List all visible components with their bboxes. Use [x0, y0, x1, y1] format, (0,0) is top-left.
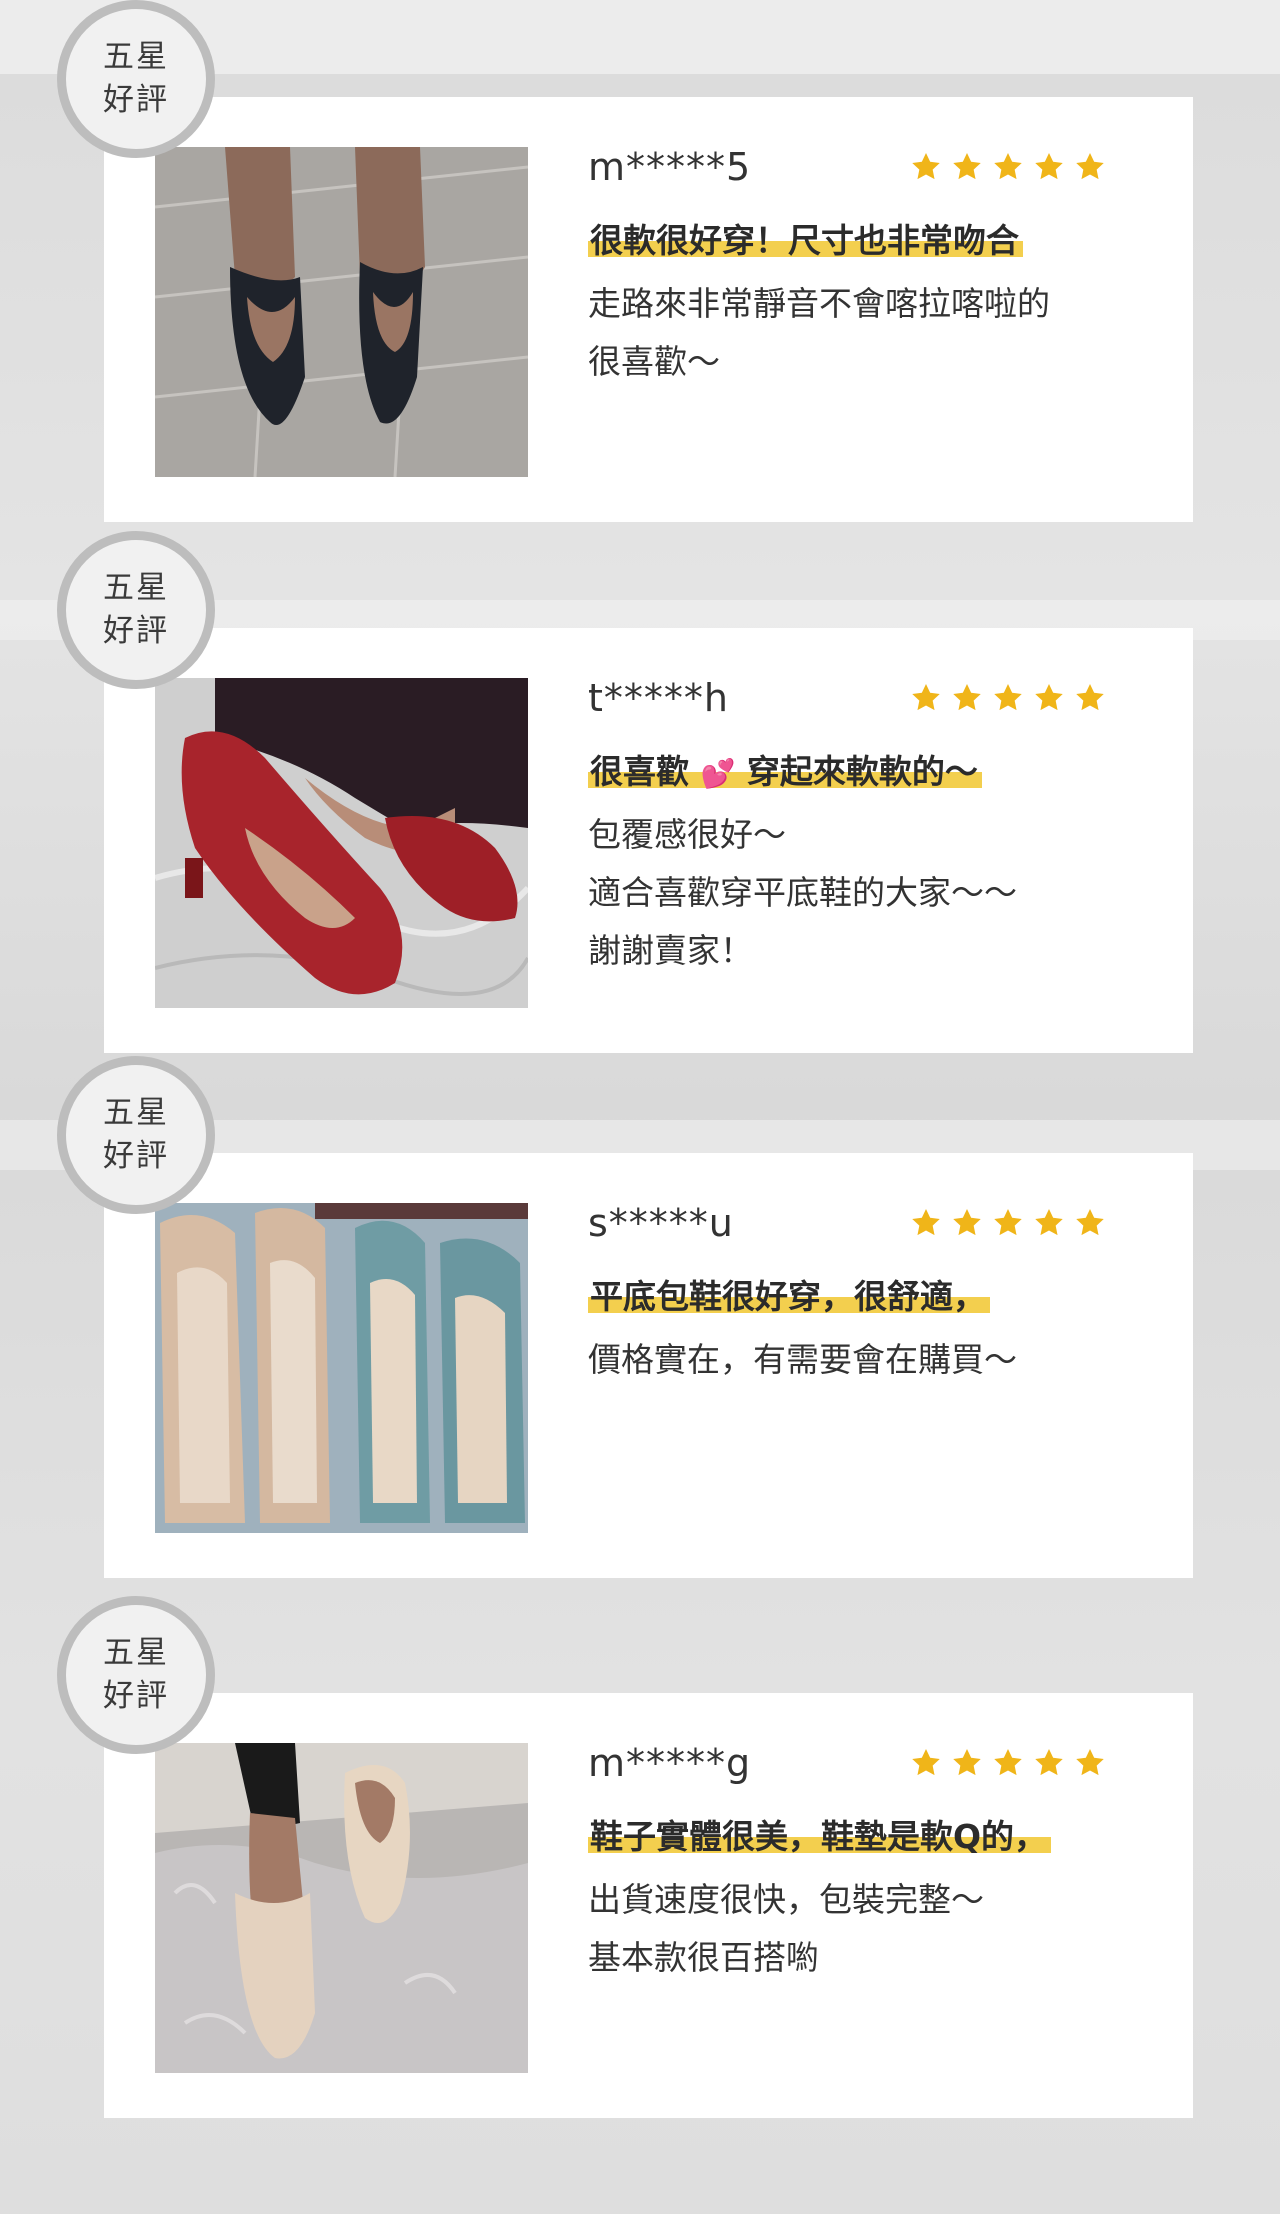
- rating-stars: [910, 151, 1106, 183]
- rating-stars: [910, 1207, 1106, 1239]
- review-line: 謝謝賣家！: [588, 931, 753, 970]
- star-icon: [1035, 684, 1063, 711]
- headline-text: 穿起來軟軟的～: [746, 752, 978, 791]
- review-line: 價格實在，有需要會在購買～: [588, 1340, 1017, 1379]
- star-icon: [1035, 1749, 1063, 1776]
- star-icon: [1076, 1209, 1104, 1236]
- star-icon: [953, 1749, 981, 1776]
- review-card: s*****u 平底包鞋很好穿，很舒適， 價格實在，有需要會在購買～: [104, 1153, 1193, 1578]
- review-line: 很喜歡～: [588, 342, 720, 381]
- star-icon: [994, 1209, 1022, 1236]
- star-icon: [994, 1749, 1022, 1776]
- five-star-badge: 五星 好評: [57, 1596, 215, 1754]
- star-icon: [912, 1749, 940, 1776]
- star-icon: [1035, 1209, 1063, 1236]
- review-headline: 平底包鞋很好穿，很舒適，: [588, 1275, 990, 1319]
- review-photo-red-flats[interactable]: [155, 678, 528, 1008]
- heart-icon: 💕: [700, 757, 736, 790]
- review-photo-cream-flats[interactable]: [155, 1743, 528, 2073]
- star-icon: [953, 1209, 981, 1236]
- five-star-badge: 五星 好評: [57, 1056, 215, 1214]
- star-icon: [1035, 153, 1063, 180]
- badge-line: 五星: [103, 1635, 169, 1671]
- five-star-badge: 五星 好評: [57, 0, 215, 158]
- star-icon: [912, 153, 940, 180]
- star-icon: [912, 1209, 940, 1236]
- rating-stars: [910, 682, 1106, 714]
- review-photo-beige-teal-flats[interactable]: [155, 1203, 528, 1533]
- star-icon: [953, 684, 981, 711]
- review-headline: 很喜歡 💕 穿起來軟軟的～: [588, 750, 982, 796]
- review-card: t*****h 很喜歡 💕 穿起來軟軟的～ 包覆感很好～ 適合喜歡穿平底鞋的大家…: [104, 628, 1193, 1053]
- review-line: 適合喜歡穿平底鞋的大家～～: [588, 873, 1017, 912]
- review-body: 走路來非常靜音不會喀拉喀啦的 很喜歡～: [588, 275, 1050, 391]
- review-headline: 很軟很好穿！尺寸也非常吻合: [588, 219, 1023, 263]
- review-line: 基本款很百搭喲: [588, 1938, 819, 1977]
- badge-line: 五星: [103, 570, 169, 606]
- badge-line: 好評: [103, 82, 169, 118]
- review-line: 出貨速度很快，包裝完整～: [588, 1880, 984, 1919]
- star-icon: [953, 153, 981, 180]
- reviewer-name: m*****g: [588, 1741, 752, 1785]
- five-star-badge: 五星 好評: [57, 531, 215, 689]
- star-icon: [912, 684, 940, 711]
- review-body: 包覆感很好～ 適合喜歡穿平底鞋的大家～～ 謝謝賣家！: [588, 806, 1017, 980]
- star-icon: [1076, 1749, 1104, 1776]
- headline-text: 很喜歡: [590, 752, 689, 791]
- rating-stars: [910, 1747, 1106, 1779]
- reviewer-name: t*****h: [588, 676, 729, 720]
- reviewer-name: s*****u: [588, 1201, 734, 1245]
- badge-line: 好評: [103, 613, 169, 649]
- review-line: 走路來非常靜音不會喀拉喀啦的: [588, 284, 1050, 323]
- review-card: m*****g 鞋子實體很美，鞋墊是軟Q的， 出貨速度很快，包裝完整～ 基本款很…: [104, 1693, 1193, 2118]
- review-body: 價格實在，有需要會在購買～: [588, 1331, 1017, 1389]
- badge-line: 好評: [103, 1138, 169, 1174]
- review-line: 包覆感很好～: [588, 815, 786, 854]
- star-icon: [1076, 684, 1104, 711]
- reviewer-name: m*****5: [588, 145, 752, 189]
- star-icon: [1076, 153, 1104, 180]
- review-photo-black-flats[interactable]: [155, 147, 528, 477]
- star-icon: [994, 684, 1022, 711]
- badge-line: 五星: [103, 39, 169, 75]
- badge-line: 好評: [103, 1678, 169, 1714]
- review-headline: 鞋子實體很美，鞋墊是軟Q的，: [588, 1815, 1052, 1859]
- star-icon: [994, 153, 1022, 180]
- review-body: 出貨速度很快，包裝完整～ 基本款很百搭喲: [588, 1871, 984, 1987]
- review-card: m*****5 很軟很好穿！尺寸也非常吻合 走路來非常靜音不會喀拉喀啦的 很喜歡…: [104, 97, 1193, 522]
- badge-line: 五星: [103, 1095, 169, 1131]
